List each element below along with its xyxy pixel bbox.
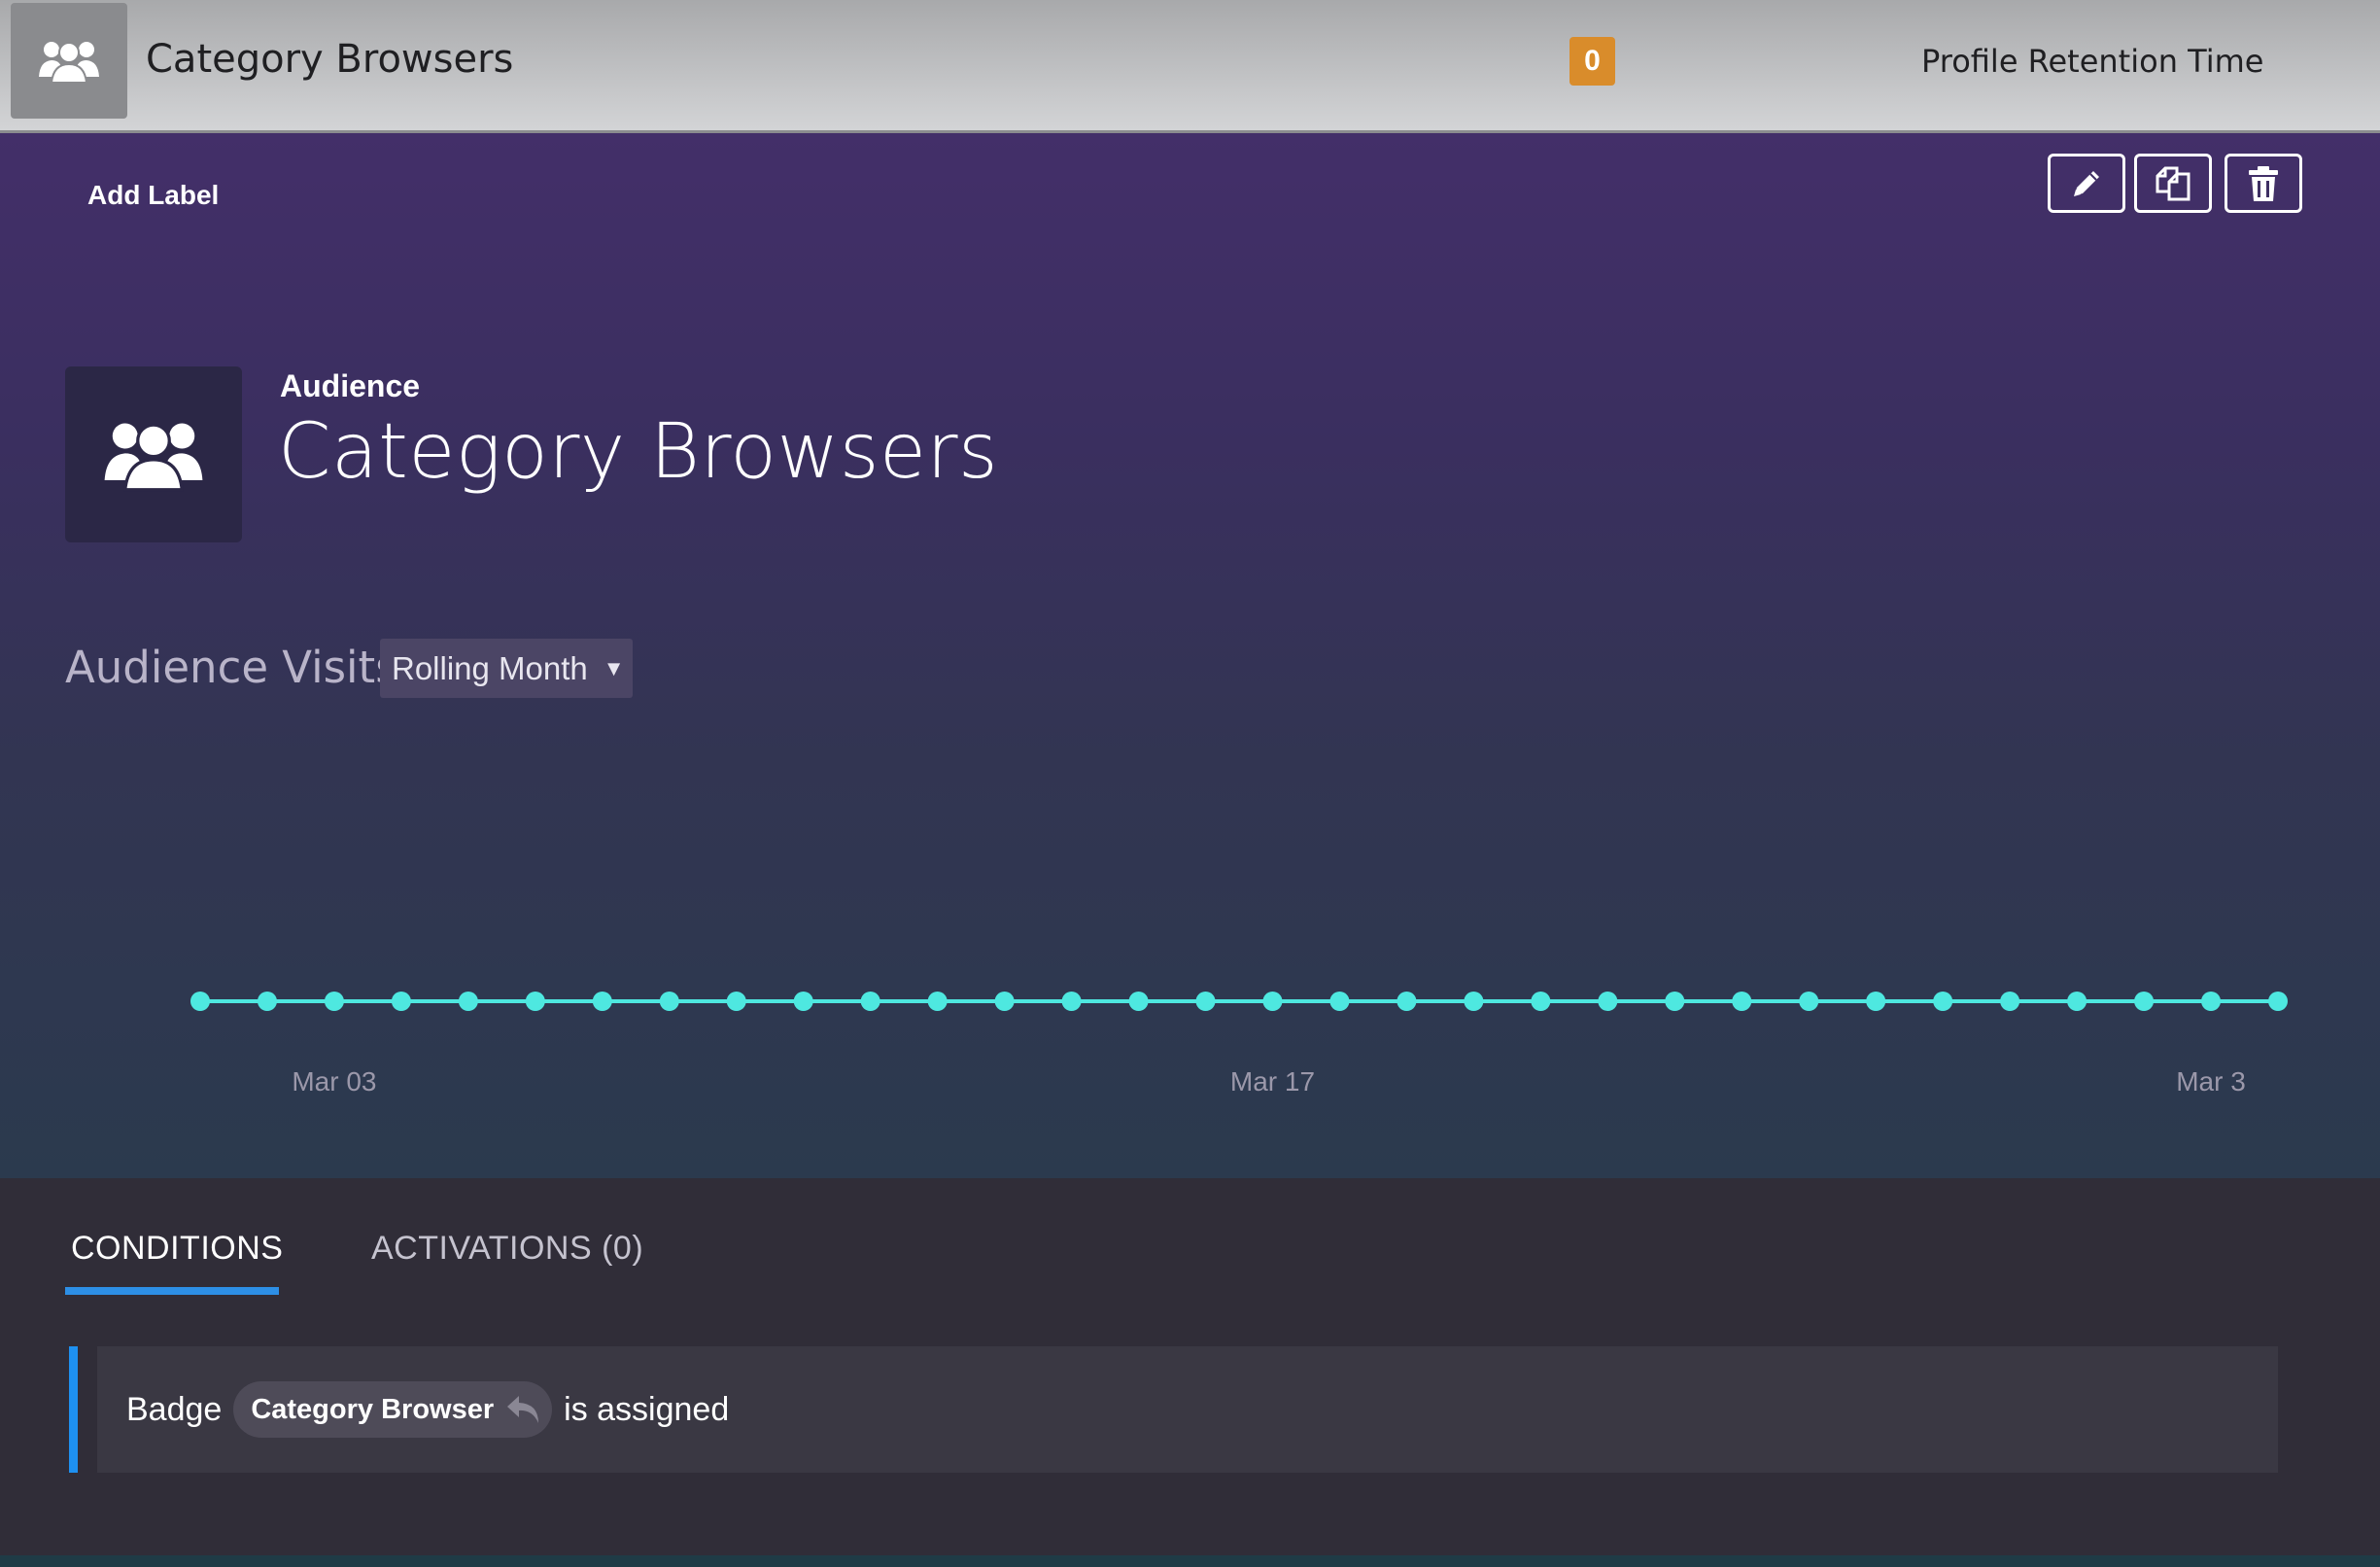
- data-point[interactable]: [1799, 992, 1819, 1011]
- condition-suffix: is assigned: [564, 1390, 730, 1428]
- top-audience-icon-box: [11, 3, 127, 119]
- details-panel: CONDITIONS ACTIVATIONS (0) Badge Categor…: [0, 1178, 2380, 1555]
- x-tick-label: Mar 03: [292, 1066, 376, 1097]
- badge-pill-label: Category Browser: [251, 1393, 495, 1425]
- users-icon: [39, 41, 99, 84]
- data-point[interactable]: [1665, 992, 1685, 1011]
- data-point[interactable]: [525, 992, 545, 1011]
- count-badge: 0: [1569, 37, 1615, 86]
- x-tick-label: Mar 3: [2176, 1066, 2246, 1097]
- data-point[interactable]: [1195, 992, 1216, 1011]
- tab-conditions[interactable]: CONDITIONS: [71, 1230, 283, 1268]
- data-point[interactable]: [1397, 992, 1417, 1011]
- data-point[interactable]: [324, 992, 344, 1011]
- data-point[interactable]: [1866, 992, 1886, 1011]
- condition-accent-bar: [69, 1346, 78, 1473]
- data-point[interactable]: [1598, 992, 1618, 1011]
- data-point[interactable]: [458, 992, 478, 1011]
- data-point[interactable]: [1128, 992, 1149, 1011]
- data-point[interactable]: [860, 992, 880, 1011]
- x-tick-label: Mar 17: [1230, 1066, 1315, 1097]
- data-point[interactable]: [1329, 992, 1350, 1011]
- data-point[interactable]: [2134, 992, 2155, 1011]
- data-point[interactable]: [592, 992, 612, 1011]
- data-point[interactable]: [994, 992, 1015, 1011]
- top-title: Category Browsers: [146, 37, 514, 82]
- data-point[interactable]: [1464, 992, 1484, 1011]
- profile-retention-label[interactable]: Profile Retention Time: [1921, 43, 2263, 80]
- condition-prefix: Badge: [126, 1390, 223, 1428]
- tab-activations[interactable]: ACTIVATIONS (0): [371, 1230, 643, 1268]
- audience-visits-chart: Mar 03 Mar 17 Mar 3: [190, 992, 2288, 1097]
- data-point[interactable]: [2268, 992, 2288, 1011]
- data-point[interactable]: [1933, 992, 1953, 1011]
- data-point[interactable]: [793, 992, 813, 1011]
- data-point[interactable]: [1732, 992, 1752, 1011]
- data-point[interactable]: [190, 992, 210, 1011]
- data-point[interactable]: [2067, 992, 2087, 1011]
- top-bar: Category Browsers 0 Profile Retention Ti…: [0, 0, 2380, 133]
- data-point[interactable]: [391, 992, 411, 1011]
- undo-arrow-icon: [503, 1392, 544, 1427]
- data-point[interactable]: [927, 992, 948, 1011]
- data-point[interactable]: [726, 992, 746, 1011]
- data-point[interactable]: [2201, 992, 2222, 1011]
- data-point[interactable]: [1061, 992, 1082, 1011]
- data-point[interactable]: [2000, 992, 2020, 1011]
- data-point[interactable]: [1531, 992, 1551, 1011]
- data-point[interactable]: [1262, 992, 1283, 1011]
- active-tab-indicator: [65, 1287, 279, 1295]
- data-point[interactable]: [659, 992, 679, 1011]
- badge-pill[interactable]: Category Browser: [233, 1381, 553, 1438]
- audience-hero: Add Label Audience Category Browsers Aud…: [0, 133, 2380, 1178]
- footer-strip: [0, 1555, 2380, 1567]
- data-point[interactable]: [257, 992, 277, 1011]
- condition-row: Badge Category Browser is assigned: [97, 1346, 2278, 1473]
